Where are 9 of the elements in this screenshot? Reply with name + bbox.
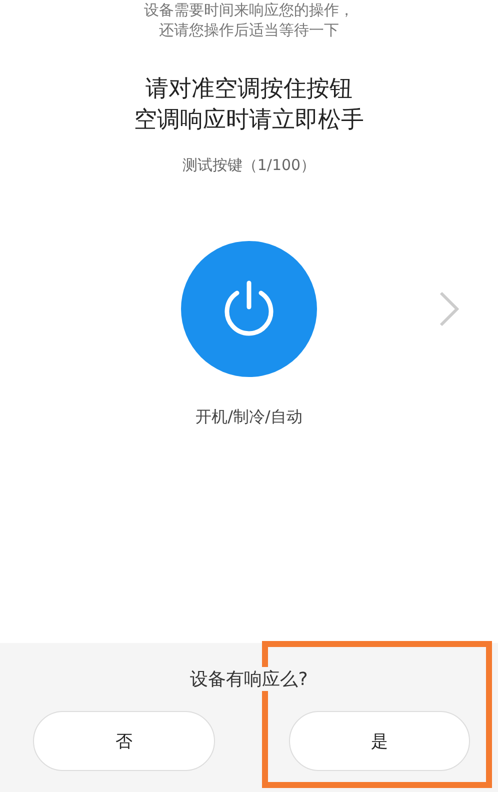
instruction-text: 空调响应时请立即松手 [134,106,364,135]
key-label: 开机/制冷/自动 [196,407,302,426]
hint-text: 设备需要时间来响应您的操作， [144,0,354,20]
test-counter: 测试按键（1/100） [182,156,316,174]
prompt-question: 设备有响应么? [188,667,310,691]
answer-button[interactable]: 是 [288,711,470,771]
instruction-text: 请对准空调按住按钮 [146,75,352,104]
answer-button[interactable]: 否 [33,711,214,771]
hint-text: 还请您操作后适当等待一下 [159,20,339,40]
